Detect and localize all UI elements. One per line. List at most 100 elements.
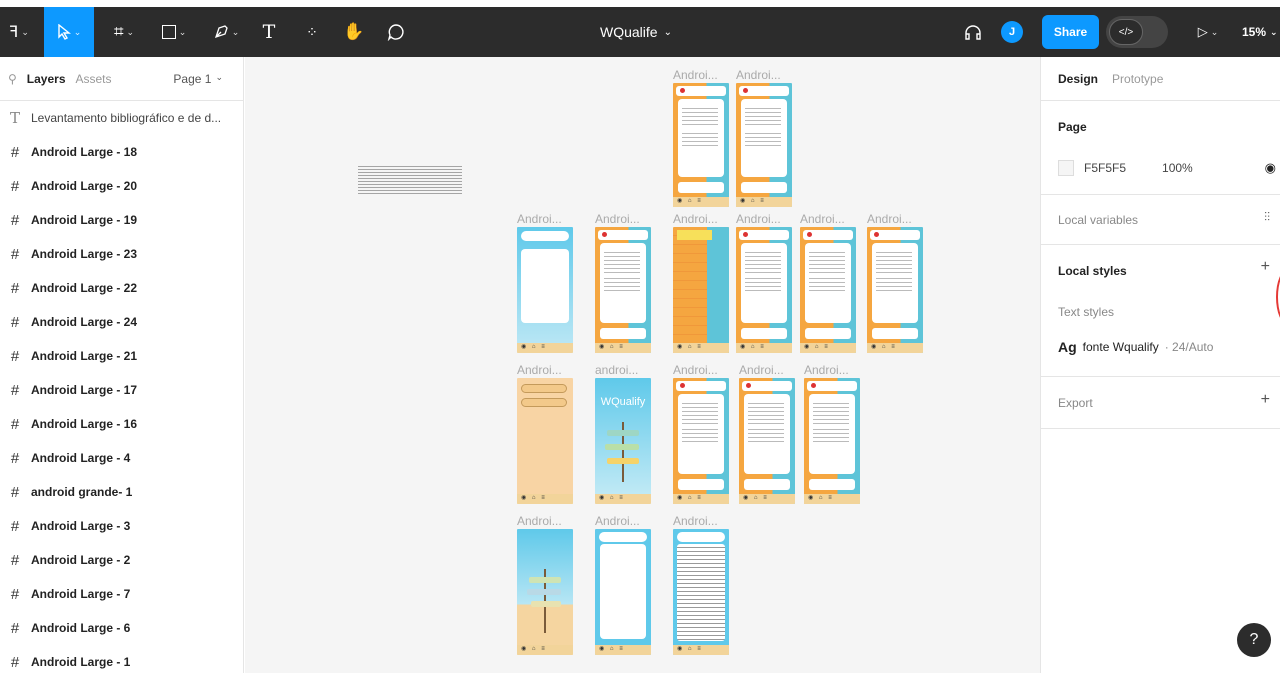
comment-tool-button[interactable]: [382, 7, 410, 57]
layer-item[interactable]: # Android Large - 24: [0, 305, 243, 339]
android-frame[interactable]: [517, 378, 573, 504]
file-title[interactable]: WQualife ⌄: [600, 7, 672, 57]
frame-label[interactable]: Androi...: [739, 363, 784, 377]
layer-item[interactable]: # Android Large - 20: [0, 169, 243, 203]
frame-label[interactable]: Androi...: [517, 363, 562, 377]
text-style-item[interactable]: Ag fonte Wqualify · 24/Auto: [1058, 327, 1263, 367]
android-frame[interactable]: [673, 83, 729, 207]
frame-label[interactable]: Androi...: [867, 212, 912, 226]
layer-item-label: Android Large - 16: [31, 417, 138, 431]
tab-layers[interactable]: Layers: [27, 72, 66, 86]
layer-item[interactable]: T Levantamento bibliográfico e de d...: [0, 101, 243, 135]
eye-icon[interactable]: ◉: [1265, 160, 1276, 176]
wqualify-logo-text: WQualify: [600, 396, 646, 408]
page-opacity-value[interactable]: 100%: [1162, 161, 1193, 175]
page-color-swatch[interactable]: [1058, 160, 1074, 176]
rectangle-icon: [161, 25, 176, 39]
top-toolbar: ꟻ ⌄ ⌄ ⌗ ⌄ ⌄ ⌄ T ⁘ ✋ WQualife ⌄ J Share </>…: [0, 7, 1280, 57]
components-tool-button[interactable]: ⁘: [298, 7, 326, 57]
android-frame[interactable]: [739, 378, 795, 504]
page-section: Page F5F5F5 100% ◉: [1041, 101, 1280, 195]
layer-item[interactable]: # Android Large - 23: [0, 237, 243, 271]
layer-item-label: Android Large - 3: [31, 519, 131, 533]
frame-label[interactable]: Androi...: [800, 212, 845, 226]
frame-label[interactable]: Androi...: [736, 212, 781, 226]
android-frame[interactable]: [673, 227, 729, 353]
frame-label[interactable]: Androi...: [673, 514, 718, 528]
page-select-label: Page 1: [173, 71, 212, 86]
android-frame[interactable]: [517, 529, 573, 655]
page-heading: Page: [1058, 120, 1087, 134]
android-frame[interactable]: [673, 529, 729, 655]
layer-item[interactable]: # Android Large - 22: [0, 271, 243, 305]
layer-item[interactable]: # Android Large - 21: [0, 339, 243, 373]
layer-item[interactable]: # Android Large - 16: [0, 407, 243, 441]
variables-adjust-icon[interactable]: ⫶⫶: [1264, 210, 1270, 225]
android-frame[interactable]: [800, 227, 856, 353]
layer-item-label: Android Large - 6: [31, 621, 131, 635]
layer-item[interactable]: # Android Large - 1: [0, 645, 243, 673]
tab-design[interactable]: Design: [1058, 72, 1098, 86]
text-styles-label: Text styles: [1058, 305, 1115, 319]
layer-item[interactable]: # Android Large - 17: [0, 373, 243, 407]
android-frame[interactable]: [867, 227, 923, 353]
zoom-dropdown[interactable]: 15% ⌄: [1242, 7, 1278, 57]
frame-tool-button[interactable]: ⌗ ⌄: [104, 7, 144, 57]
main-menu-button[interactable]: ꟻ ⌄: [0, 7, 38, 57]
frame-label[interactable]: Androi...: [517, 514, 562, 528]
layer-item[interactable]: # Android Large - 2: [0, 543, 243, 577]
layer-item[interactable]: # Android Large - 18: [0, 135, 243, 169]
hand-tool-button[interactable]: ✋: [340, 7, 368, 57]
frame-label[interactable]: Androi...: [673, 212, 718, 226]
frame-label[interactable]: androi...: [595, 363, 638, 377]
layer-item[interactable]: # Android Large - 19: [0, 203, 243, 237]
frame-label[interactable]: Androi...: [595, 514, 640, 528]
layer-item-label: Android Large - 21: [31, 349, 138, 363]
android-frame[interactable]: [517, 227, 573, 353]
page-color-row[interactable]: F5F5F5 100% ◉: [1058, 153, 1276, 183]
frame-label[interactable]: Androi...: [804, 363, 849, 377]
add-style-icon[interactable]: +: [1261, 258, 1270, 276]
page-select[interactable]: Page 1 ⌄: [173, 72, 223, 86]
android-frame[interactable]: [736, 83, 792, 207]
android-frame[interactable]: [804, 378, 860, 504]
frame-icon: #: [10, 211, 20, 229]
frame-label[interactable]: Androi...: [517, 212, 562, 226]
layer-item[interactable]: # Android Large - 4: [0, 441, 243, 475]
local-variables-section[interactable]: Local variables ⫶⫶: [1041, 195, 1280, 245]
layer-item[interactable]: # Android Large - 7: [0, 577, 243, 611]
layer-item[interactable]: # Android Large - 6: [0, 611, 243, 645]
frame-label[interactable]: Androi...: [736, 68, 781, 82]
tab-assets[interactable]: Assets: [76, 72, 112, 86]
android-frame[interactable]: [595, 529, 651, 655]
figma-logo-icon: ꟻ: [9, 24, 19, 41]
android-frame[interactable]: [595, 227, 651, 353]
frame-label[interactable]: Androi...: [673, 68, 718, 82]
android-frame[interactable]: [673, 378, 729, 504]
layer-item[interactable]: # android grande- 1: [0, 475, 243, 509]
page-color-value[interactable]: F5F5F5: [1084, 161, 1126, 175]
tab-prototype[interactable]: Prototype: [1112, 72, 1163, 86]
frame-label[interactable]: Androi...: [673, 363, 718, 377]
text-icon: T: [262, 21, 276, 43]
android-frame[interactable]: WQualify: [595, 378, 651, 504]
android-frame[interactable]: [736, 227, 792, 353]
pen-tool-button[interactable]: ⌄: [206, 7, 246, 57]
layer-item[interactable]: # Android Large - 3: [0, 509, 243, 543]
text-layer-thumbnail[interactable]: [358, 164, 462, 196]
text-tool-button[interactable]: T: [256, 7, 282, 57]
audio-chat-button[interactable]: [960, 7, 986, 57]
help-button[interactable]: ?: [1237, 623, 1271, 657]
share-button[interactable]: Share: [1042, 15, 1099, 49]
present-button[interactable]: ▷ ⌄: [1190, 7, 1226, 57]
shape-tool-button[interactable]: ⌄: [154, 7, 194, 57]
frame-label[interactable]: Androi...: [595, 212, 640, 226]
search-icon[interactable]: ⚲: [8, 72, 17, 86]
avatar[interactable]: J: [1001, 21, 1023, 43]
frame-icon: #: [10, 279, 20, 297]
move-tool-button[interactable]: ⌄: [44, 7, 94, 57]
dev-mode-toggle[interactable]: </>: [1106, 16, 1168, 48]
layer-item-label: Android Large - 23: [31, 247, 138, 261]
canvas[interactable]: Androi... Androi... Androi... Androi... Andr…: [245, 57, 1040, 673]
add-export-icon[interactable]: +: [1261, 391, 1270, 409]
